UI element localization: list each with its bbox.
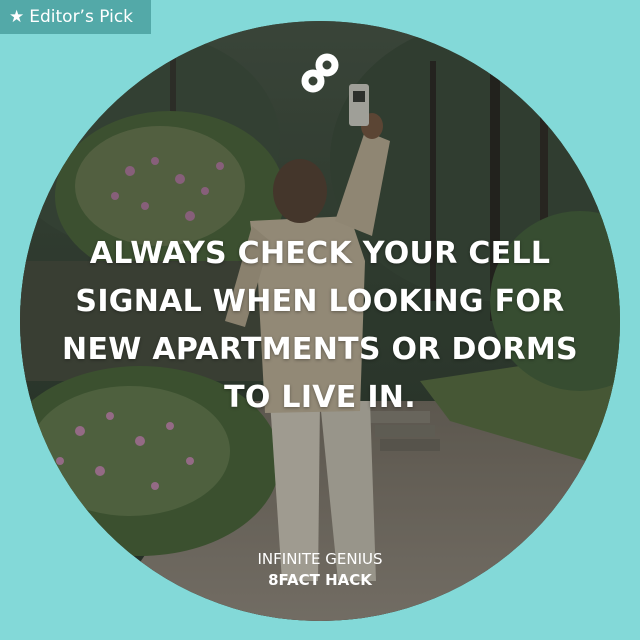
headline-line-2: SIGNAL WHEN LOOKING FOR — [75, 284, 565, 319]
headline-line-1: ALWAYS CHECK YOUR CELL — [89, 236, 551, 271]
brand-footer: INFINITE GENIUS 8FACT HACK — [170, 549, 470, 591]
brand-name: INFINITE GENIUS — [257, 550, 383, 568]
post-card: ★ Editor’s Pick ALWAYS CHECK YOUR CELL S… — [0, 0, 640, 640]
infinity-eight-logo-icon — [301, 53, 339, 93]
headline-line-4: TO LIVE IN. — [224, 380, 416, 415]
circular-photo-frame: ALWAYS CHECK YOUR CELL SIGNAL WHEN LOOKI… — [20, 21, 620, 621]
headline-line-3: NEW APARTMENTS OR DORMS — [62, 332, 578, 367]
brand-tagline: 8FACT HACK — [268, 571, 372, 589]
headline: ALWAYS CHECK YOUR CELL SIGNAL WHEN LOOKI… — [50, 230, 590, 422]
